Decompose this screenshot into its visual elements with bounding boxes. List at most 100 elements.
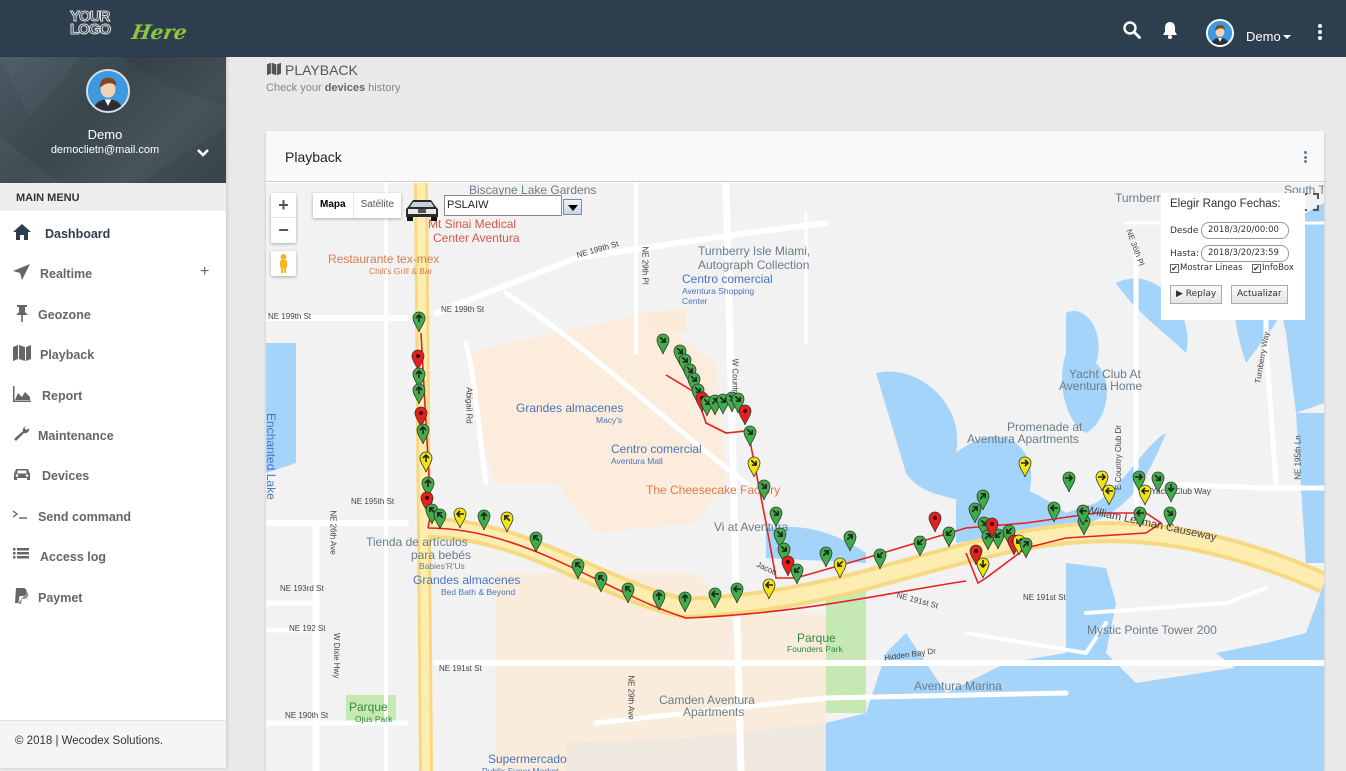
maptype-map-button[interactable]: Mapa [313, 193, 353, 218]
checkbox-checked-icon[interactable]: ✔ [1252, 263, 1261, 273]
moving-marker-icon[interactable] [873, 548, 887, 570]
slow-marker-icon[interactable] [976, 557, 990, 579]
sidebar-item-dashboard[interactable]: Dashboard [0, 213, 226, 253]
moving-marker-icon[interactable] [412, 383, 426, 405]
bell-icon[interactable] [1160, 20, 1180, 40]
from-date-input[interactable]: 2018/3/20/00:00 [1201, 222, 1289, 239]
moving-marker-icon[interactable] [1019, 537, 1033, 559]
slow-marker-icon[interactable] [500, 511, 514, 533]
card-header: Playback [266, 131, 1324, 182]
moving-marker-icon[interactable] [1076, 504, 1090, 526]
replay-button[interactable]: ▶ Replay [1170, 285, 1223, 304]
moving-marker-icon[interactable] [819, 546, 833, 568]
sidebar-item-playback[interactable]: Playback [0, 334, 226, 374]
slow-marker-icon[interactable] [747, 456, 761, 478]
caret-down-icon[interactable] [1283, 35, 1291, 39]
moving-marker-icon[interactable] [913, 535, 927, 557]
moving-marker-icon[interactable] [652, 589, 666, 611]
stopped-marker-icon[interactable] [928, 511, 942, 533]
maptype-satellite-button[interactable]: Satélite [352, 193, 401, 218]
play-icon: ▶ [1176, 289, 1186, 299]
profile-email: democlietn@mail.com [50, 144, 160, 156]
street-view-pegman-icon[interactable] [271, 251, 296, 276]
profile-avatar[interactable] [86, 69, 130, 113]
user-menu-name[interactable]: Demo [1246, 29, 1281, 44]
moving-marker-icon[interactable] [416, 423, 430, 445]
home-icon [13, 224, 31, 240]
slow-marker-icon[interactable] [1138, 484, 1152, 506]
to-date-input[interactable]: 2018/3/20/23:59 [1201, 245, 1289, 262]
sidebar-item-report[interactable]: Report [0, 375, 226, 415]
top-navbar: YOUR LOGO Here Demo [0, 0, 1346, 57]
sidebar-item-maintenance[interactable]: Maintenance [0, 415, 226, 455]
checkbox-checked-icon[interactable]: ✔ [1170, 263, 1179, 273]
moving-marker-icon[interactable] [708, 587, 722, 609]
device-select-dropdown-button[interactable] [563, 199, 582, 215]
sidebar: Demo democlietn@mail.com MAIN MENU Dashb… [0, 57, 226, 768]
device-select[interactable]: PSLAIW [444, 195, 562, 216]
moving-marker-icon[interactable] [621, 582, 635, 604]
moving-marker-icon[interactable] [790, 563, 804, 585]
date-range-panel: Elegir Rango Fechas: Desde 2018/3/20/00:… [1161, 193, 1305, 320]
moving-marker-icon[interactable] [594, 571, 608, 593]
kebab-vertical-icon[interactable] [1312, 24, 1328, 44]
brand-logo[interactable]: YOUR LOGO Here [68, 9, 189, 48]
zoom-out-button[interactable]: − [271, 218, 296, 243]
slow-marker-icon[interactable] [453, 507, 467, 529]
moving-marker-icon[interactable] [1133, 506, 1147, 528]
map-canvas[interactable]: Biscayne Lake Gardens Mt Sinai Medical C… [266, 183, 1324, 771]
moving-marker-icon[interactable] [743, 425, 757, 447]
moving-marker-icon[interactable] [529, 531, 543, 553]
car-icon [14, 469, 30, 481]
update-button[interactable]: Actualizar [1231, 285, 1288, 304]
moving-marker-icon[interactable] [1062, 471, 1076, 493]
area-chart-icon [13, 385, 31, 402]
slow-marker-icon[interactable] [419, 451, 433, 473]
moving-marker-icon[interactable] [433, 508, 447, 530]
moving-marker-icon[interactable] [1163, 506, 1177, 528]
playback-card: Playback Biscayne Lake Gardens Mt Sinai … [266, 131, 1324, 771]
moving-marker-icon[interactable] [976, 489, 990, 511]
stopped-marker-icon[interactable] [985, 517, 999, 539]
map-zoom-control: + − [271, 193, 296, 243]
slow-marker-icon[interactable] [1018, 456, 1032, 478]
vehicle-car-icon [406, 200, 438, 221]
stopped-marker-icon[interactable] [738, 404, 752, 426]
moving-marker-icon[interactable] [1151, 471, 1165, 493]
moving-marker-icon[interactable] [1047, 501, 1061, 523]
zoom-in-button[interactable]: + [271, 193, 296, 218]
moving-marker-icon[interactable] [757, 479, 771, 501]
moving-marker-icon[interactable] [477, 509, 491, 531]
to-label: Hasta: [1170, 249, 1200, 259]
wrench-icon [14, 425, 30, 441]
sidebar-item-devices[interactable]: Devices [0, 455, 226, 495]
sidebar-item-send-command[interactable]: Send command [0, 496, 226, 536]
moving-marker-icon[interactable] [942, 526, 956, 548]
moving-marker-icon[interactable] [730, 582, 744, 604]
list-icon [13, 548, 29, 559]
moving-marker-icon[interactable] [1164, 481, 1178, 503]
card-title: Playback [285, 149, 342, 165]
main-menu: Dashboard Realtime + Geozone Playback Re… [0, 213, 226, 617]
moving-marker-icon[interactable] [678, 591, 692, 613]
slow-marker-icon[interactable] [762, 578, 776, 600]
user-avatar[interactable] [1206, 19, 1234, 47]
search-icon[interactable] [1122, 20, 1142, 40]
chevron-down-icon[interactable] [196, 147, 210, 159]
sidebar-item-paymet[interactable]: Paymet [0, 577, 226, 617]
show-lines-checkbox[interactable]: ✔ Mostrar Lineas [1170, 263, 1243, 273]
infobox-checkbox[interactable]: ✔ InfoBox [1252, 263, 1294, 273]
paypal-icon [15, 587, 29, 604]
slow-marker-icon[interactable] [833, 557, 847, 579]
moving-marker-icon[interactable] [571, 558, 585, 580]
moving-marker-icon[interactable] [656, 333, 670, 355]
kebab-vertical-icon[interactable] [1301, 151, 1309, 165]
moving-marker-icon[interactable] [412, 311, 426, 333]
sidebar-item-geozone[interactable]: Geozone [0, 294, 226, 334]
expand-plus-icon[interactable]: + [200, 263, 209, 281]
moving-marker-icon[interactable] [769, 506, 783, 528]
sidebar-item-realtime[interactable]: Realtime + [0, 253, 226, 293]
moving-marker-icon[interactable] [843, 530, 857, 552]
slow-marker-icon[interactable] [1102, 484, 1116, 506]
sidebar-item-access-log[interactable]: Access log [0, 536, 226, 576]
